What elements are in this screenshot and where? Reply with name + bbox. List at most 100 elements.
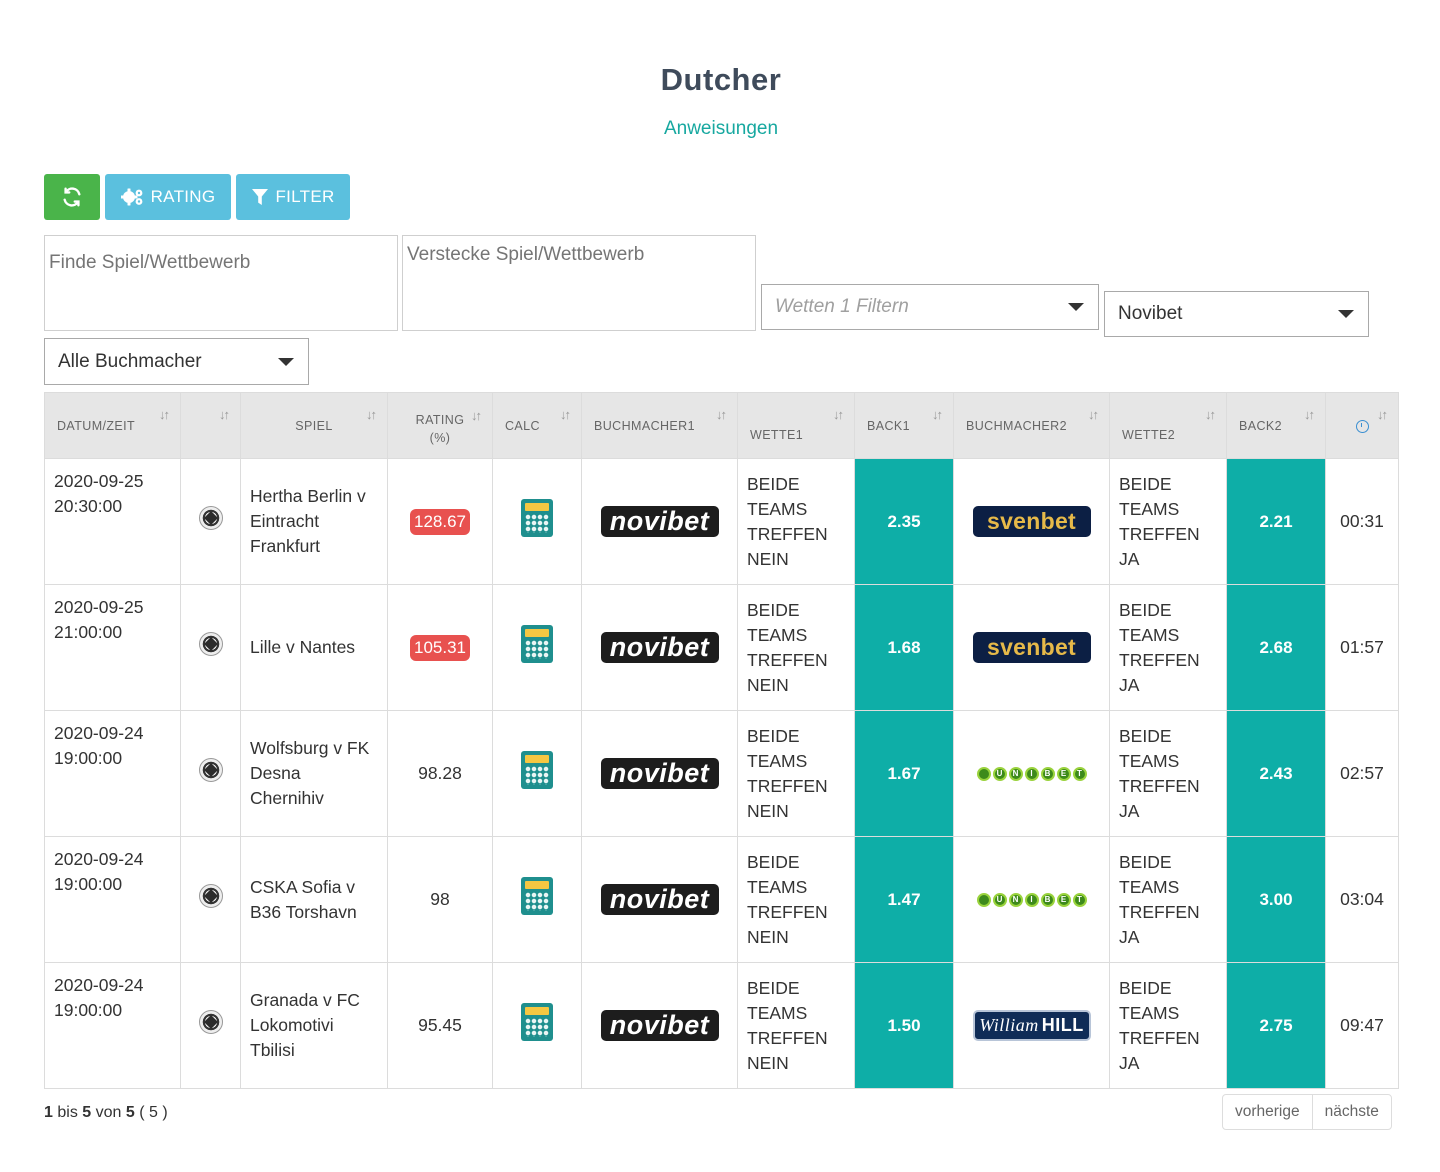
col-bookmaker2-label: BUCHMACHER2 (966, 418, 1067, 433)
unibet-logo[interactable]: UNIBET (973, 884, 1091, 915)
back2-odds[interactable]: 2.43 (1226, 710, 1326, 837)
soccer-ball-icon (198, 758, 223, 782)
bet2-cell: BEIDE TEAMS TREFFEN JA (1109, 584, 1227, 711)
sort-icon: ↓↑ (366, 407, 377, 422)
time: 19:00:00 (54, 748, 123, 768)
table-row: 2020-09-25 21:00:00 Lille v Nantes 105.31… (44, 584, 1399, 711)
sort-icon: ↓↑ (716, 407, 727, 422)
pagination-bis: bis (57, 1104, 78, 1121)
rating-cell: 128.67 (387, 458, 493, 585)
back1-odds[interactable]: 1.68 (854, 584, 954, 711)
bookmaker-select[interactable]: Alle Buchmacher (44, 338, 309, 385)
hide-match-input[interactable] (402, 235, 756, 331)
col-back2-label: BACK2 (1239, 418, 1282, 433)
datetime-cell: 2020-09-24 19:00:00 (44, 710, 181, 837)
back1-odds[interactable]: 2.35 (854, 458, 954, 585)
soccer-ball-icon (198, 884, 223, 908)
calculator-icon[interactable] (521, 877, 553, 915)
bookmaker2-logo[interactable]: svenbet (972, 632, 1091, 663)
sort-icon: ↓↑ (1088, 407, 1099, 422)
datetime-cell: 2020-09-25 21:00:00 (44, 584, 181, 711)
bookmaker1-logo[interactable]: novibet (600, 506, 719, 537)
prev-page-button[interactable]: vorherige (1223, 1095, 1312, 1129)
bookmaker1-logo[interactable]: novibet (600, 632, 719, 663)
col-bet1[interactable]: WETTE1 ↓↑ (737, 392, 855, 459)
rating-button[interactable]: RATING (105, 174, 231, 220)
col-back1-label: BACK1 (867, 418, 910, 433)
back2-odds[interactable]: 3.00 (1226, 836, 1326, 963)
bookmaker2-select[interactable]: Novibet (1104, 291, 1369, 337)
bookmaker1-logo[interactable]: novibet (600, 758, 719, 789)
back2-odds[interactable]: 2.68 (1226, 584, 1326, 711)
refresh-button[interactable] (44, 174, 100, 220)
match-name: Hertha Berlin v Eintracht Frankfurt (240, 458, 388, 585)
elapsed-time: 02:57 (1325, 710, 1399, 837)
rating-button-label: RATING (150, 187, 216, 206)
col-back1[interactable]: BACK1 ↓↑ (854, 392, 954, 459)
back1-odds[interactable]: 1.50 (854, 962, 954, 1089)
time: 19:00:00 (54, 1000, 123, 1020)
william-hill-logo[interactable]: William HILL (972, 1010, 1091, 1041)
bet1-cell: BEIDE TEAMS TREFFEN NEIN (737, 584, 855, 711)
rating-value: 95.45 (387, 962, 493, 1089)
bookmaker1-cell: novibet (581, 836, 738, 963)
sport-cell (180, 458, 241, 585)
calc-cell (492, 584, 582, 711)
date: 2020-09-24 (54, 849, 144, 869)
find-match-input[interactable] (44, 235, 398, 331)
col-datetime-label: DATUM/ZEIT (57, 418, 136, 433)
rating-badge: 105.31 (410, 634, 470, 661)
col-match[interactable]: SPIEL ↓↑ (240, 392, 388, 459)
col-bookmaker2[interactable]: BUCHMACHER2 ↓↑ (953, 392, 1110, 459)
back2-odds[interactable]: 2.21 (1226, 458, 1326, 585)
col-back2[interactable]: BACK2 ↓↑ (1226, 392, 1326, 459)
date: 2020-09-24 (54, 723, 144, 743)
bet1-filter-select[interactable]: Wetten 1 Filtern (761, 284, 1099, 330)
bookmaker2-cell: UNIBET (953, 836, 1110, 963)
rating-cell: 105.31 (387, 584, 493, 711)
sort-icon: ↓↑ (1304, 407, 1315, 422)
bookmaker1-cell: novibet (581, 962, 738, 1089)
back2-odds[interactable]: 2.75 (1226, 962, 1326, 1089)
col-rating[interactable]: RATING (%) ↓↑ (387, 392, 493, 459)
match-name: Lille v Nantes (240, 584, 388, 711)
pagination-filtered: ( 5 ) (139, 1104, 168, 1121)
calculator-icon[interactable] (521, 625, 553, 663)
col-sport[interactable]: ↓↑ (180, 392, 241, 459)
bet1-filter-placeholder: Wetten 1 Filtern (775, 296, 909, 317)
back1-odds[interactable]: 1.47 (854, 836, 954, 963)
match-name: Granada v FC Lokomotivi Tbilisi (240, 962, 388, 1089)
sort-icon: ↓↑ (833, 407, 844, 422)
col-bet2[interactable]: WETTE2 ↓↑ (1109, 392, 1227, 459)
calc-cell (492, 962, 582, 1089)
instructions-link[interactable]: Anweisungen (0, 118, 1440, 140)
soccer-ball-icon (198, 506, 223, 530)
calculator-icon[interactable] (521, 499, 553, 537)
elapsed-time: 09:47 (1325, 962, 1399, 1089)
calc-cell (492, 836, 582, 963)
back1-odds[interactable]: 1.67 (854, 710, 954, 837)
bookmaker2-logo[interactable]: svenbet (972, 506, 1091, 537)
calculator-icon[interactable] (521, 751, 553, 789)
sort-icon: ↓↑ (560, 407, 571, 422)
sort-icon: ↓↑ (1205, 407, 1216, 422)
table-row: 2020-09-24 19:00:00 Granada v FC Lokomoti… (44, 962, 1399, 1089)
bet1-cell: BEIDE TEAMS TREFFEN NEIN (737, 458, 855, 585)
bookmaker1-logo[interactable]: novibet (600, 1010, 719, 1041)
elapsed-time: 01:57 (1325, 584, 1399, 711)
col-calc[interactable]: CALC ↓↑ (492, 392, 582, 459)
col-bet2-label: WETTE2 (1122, 428, 1176, 442)
col-datetime[interactable]: DATUM/ZEIT ↓↑ (44, 392, 181, 459)
filter-button[interactable]: FILTER (236, 174, 350, 220)
bookmaker2-cell: svenbet (953, 458, 1110, 585)
col-time[interactable]: ↓↑ (1325, 392, 1399, 459)
next-page-button[interactable]: nächste (1311, 1095, 1391, 1129)
sport-cell (180, 962, 241, 1089)
col-calc-label: CALC (505, 418, 540, 433)
col-bookmaker1[interactable]: BUCHMACHER1 ↓↑ (581, 392, 738, 459)
time: 21:00:00 (54, 622, 123, 642)
sport-cell (180, 584, 241, 711)
unibet-logo[interactable]: UNIBET (973, 758, 1091, 789)
calculator-icon[interactable] (521, 1003, 553, 1041)
bookmaker1-logo[interactable]: novibet (600, 884, 719, 915)
